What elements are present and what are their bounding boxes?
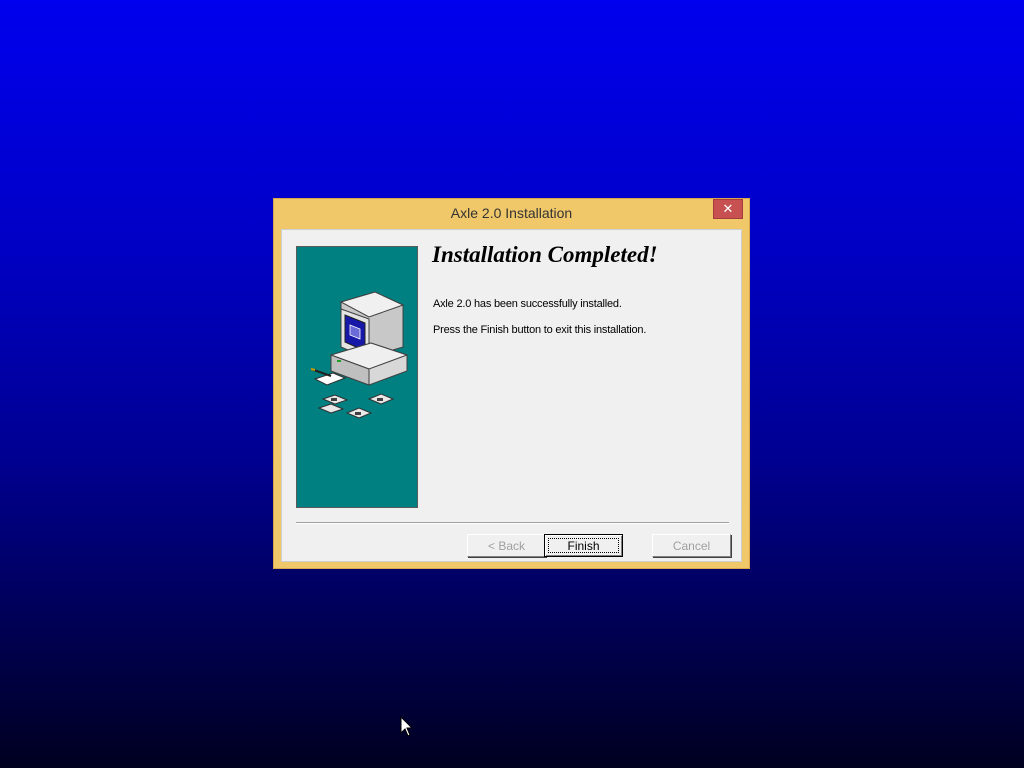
- instruction-message: Press the Finish button to exit this ins…: [433, 324, 647, 336]
- computer-with-floppy-disks-icon: [310, 291, 409, 419]
- focus-rectangle: [548, 538, 619, 553]
- title-bar[interactable]: Axle 2.0 Installation ✕: [274, 199, 749, 229]
- back-button-label: < Back: [487, 538, 526, 553]
- page-title: Installation Completed!: [432, 242, 658, 267]
- cancel-button[interactable]: Cancel: [652, 534, 731, 557]
- finish-button[interactable]: Finish: [544, 534, 623, 557]
- success-message: Axle 2.0 has been successfully installed…: [433, 298, 622, 310]
- close-button[interactable]: ✕: [713, 199, 743, 219]
- button-divider: [296, 522, 729, 524]
- back-button[interactable]: < Back: [467, 534, 546, 557]
- dialog-body: Installation Completed! Axle 2.0 has bee…: [281, 229, 742, 562]
- window-title: Axle 2.0 Installation: [450, 205, 573, 221]
- cancel-button-label: Cancel: [672, 538, 711, 553]
- close-icon: ✕: [722, 201, 734, 216]
- installer-window: Axle 2.0 Installation ✕ Installation Com…: [273, 198, 750, 569]
- mouse-pointer-icon: [400, 716, 414, 737]
- side-panel: [296, 246, 418, 508]
